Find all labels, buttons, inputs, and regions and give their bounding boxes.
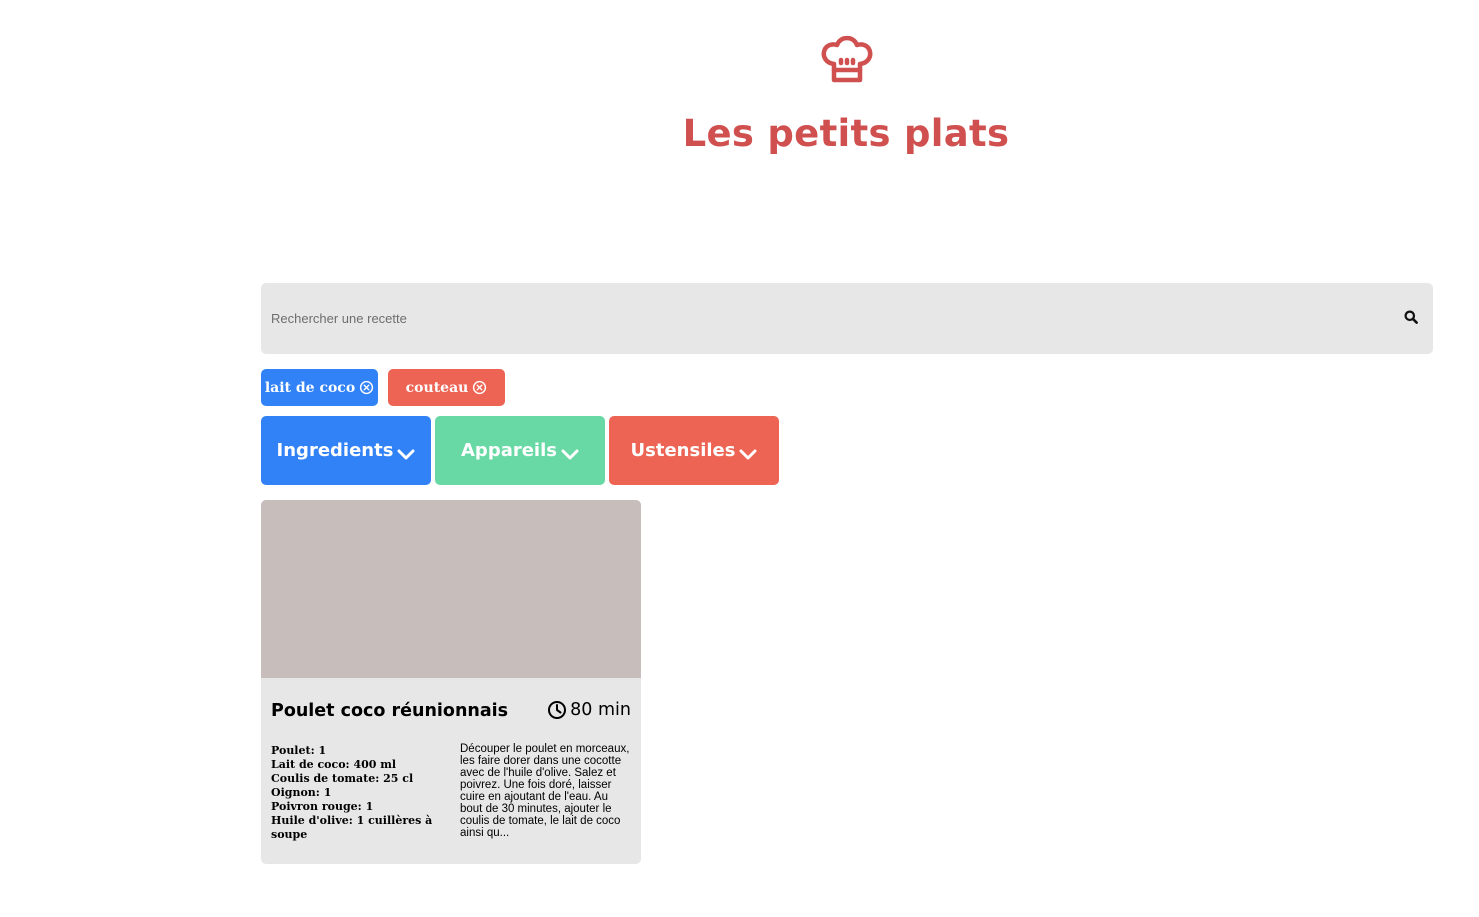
page: Les petits plats lait de coco couteau	[0, 0, 1479, 917]
close-circle-icon[interactable]	[359, 380, 374, 395]
chef-hat-icon	[820, 35, 874, 86]
search-bar	[261, 283, 1433, 354]
ingredient-item: Huile d'olive: 1 cuillères à soupe	[271, 814, 433, 841]
recipe-image-placeholder	[261, 500, 641, 678]
chevron-down-icon	[561, 445, 579, 459]
filter-label: Appareils	[461, 440, 557, 461]
search-input[interactable]	[261, 283, 1381, 354]
chevron-down-icon	[739, 445, 757, 459]
filter-ingredients-button[interactable]: Ingredients	[261, 416, 431, 485]
ingredient-item: Poivron rouge: 1	[271, 800, 374, 813]
search-button[interactable]	[1401, 309, 1421, 329]
filter-label: Ustensiles	[630, 440, 736, 461]
tag-label: couteau	[405, 379, 469, 396]
recipe-time-label: 80 min	[570, 700, 631, 720]
tag-couteau: couteau	[388, 369, 505, 406]
ingredient-item: Lait de coco: 400 ml	[271, 758, 397, 771]
close-circle-icon[interactable]	[472, 380, 487, 395]
ingredient-item: Poulet: 1	[271, 744, 327, 757]
tag-lait-de-coco: lait de coco	[261, 369, 378, 406]
site-title: Les petits plats	[682, 112, 1010, 155]
search-icon	[1404, 310, 1418, 329]
recipe-time: 80 min	[547, 700, 631, 720]
filter-appareils-button[interactable]: Appareils	[435, 416, 605, 485]
ingredient-item: Oignon: 1	[271, 786, 332, 799]
chevron-down-icon	[397, 445, 415, 459]
recipe-description: Découper le poulet en morceaux, les fair…	[460, 743, 630, 839]
clock-icon	[547, 700, 567, 720]
ingredient-list: Poulet: 1 Lait de coco: 400 ml Coulis de…	[271, 744, 441, 842]
filter-label: Ingredients	[276, 440, 394, 461]
ingredient-item: Coulis de tomate: 25 cl	[271, 772, 414, 785]
filter-ustensiles-button[interactable]: Ustensiles	[609, 416, 779, 485]
recipe-card[interactable]: Poulet coco réunionnais 80 min Poulet: 1…	[261, 500, 641, 864]
recipe-title: Poulet coco réunionnais	[271, 701, 509, 721]
tag-label: lait de coco	[264, 379, 356, 396]
